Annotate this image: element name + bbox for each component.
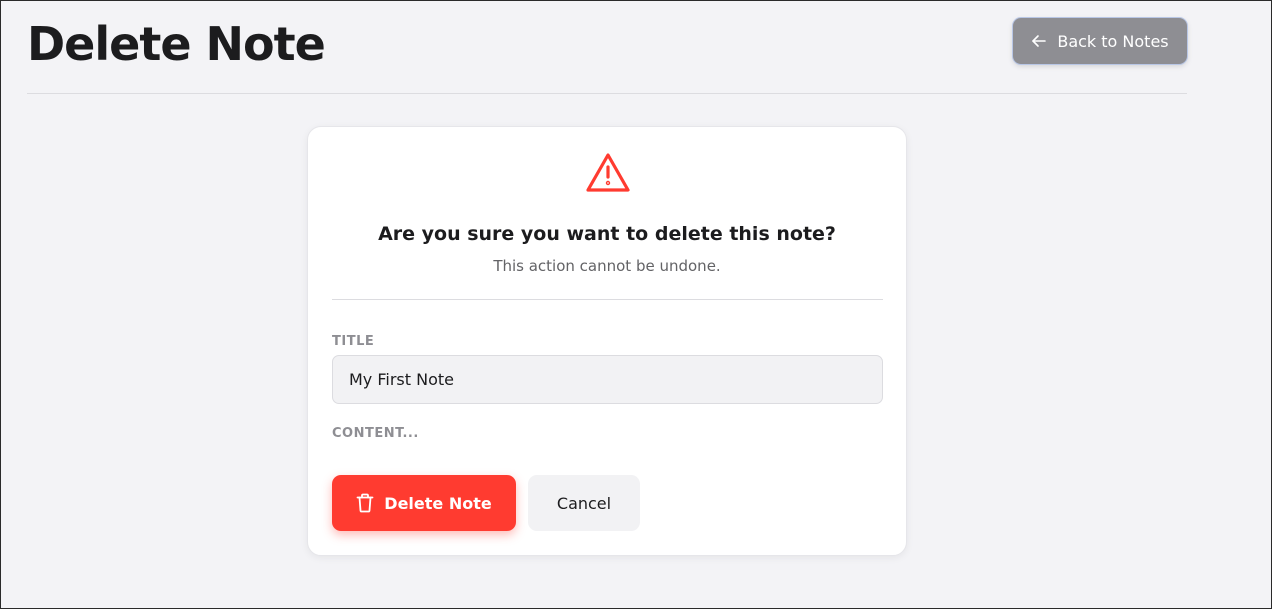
app-frame: Delete Note Back to Notes Are you sure y… bbox=[0, 0, 1272, 609]
irreversible-warning: This action cannot be undone. bbox=[493, 257, 721, 275]
delete-note-label: Delete Note bbox=[384, 493, 492, 513]
confirmation-question: Are you sure you want to delete this not… bbox=[378, 223, 836, 245]
back-to-notes-label: Back to Notes bbox=[1057, 31, 1169, 51]
card-divider bbox=[332, 299, 883, 300]
note-title-value: My First Note bbox=[349, 370, 454, 389]
header-divider bbox=[27, 93, 1187, 94]
cancel-label: Cancel bbox=[556, 493, 612, 513]
page-title: Delete Note bbox=[27, 17, 326, 71]
back-to-notes-button[interactable]: Back to Notes bbox=[1013, 18, 1187, 64]
delete-note-button[interactable]: Delete Note bbox=[332, 475, 516, 531]
delete-confirmation-card: Are you sure you want to delete this not… bbox=[307, 126, 907, 556]
title-label: TITLE bbox=[332, 334, 375, 349]
note-title-field: My First Note bbox=[332, 355, 883, 404]
arrow-left-icon bbox=[1032, 35, 1047, 47]
cancel-button[interactable]: Cancel bbox=[528, 475, 640, 531]
content-label: CONTENT... bbox=[332, 426, 419, 441]
warning-triangle-icon bbox=[586, 153, 630, 192]
trash-icon bbox=[356, 493, 374, 513]
